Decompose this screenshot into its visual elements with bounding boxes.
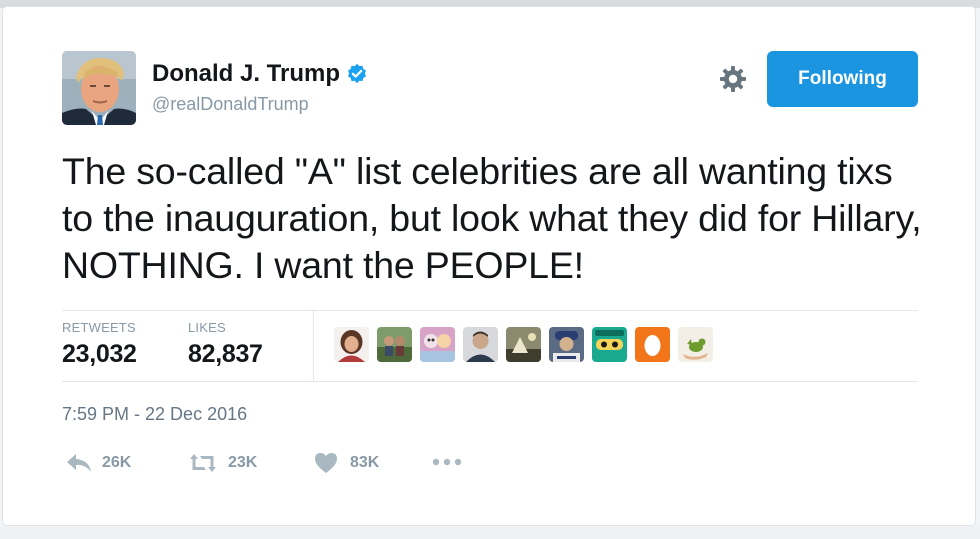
avatar[interactable] xyxy=(62,51,136,125)
like-count: 83K xyxy=(350,454,380,471)
likes-label: LIKES xyxy=(188,320,226,335)
liker-avatar[interactable] xyxy=(334,327,369,362)
liker-avatar[interactable] xyxy=(506,327,541,362)
user-handle[interactable]: @realDonaldTrump xyxy=(152,94,309,115)
likes-stat[interactable]: LIKES 82,837 xyxy=(188,320,263,369)
reply-count: 26K xyxy=(102,454,132,471)
divider-vertical xyxy=(313,311,314,381)
display-name[interactable]: Donald J. Trump xyxy=(152,60,368,88)
liker-avatar[interactable] xyxy=(377,327,412,362)
liker-avatar[interactable] xyxy=(463,327,498,362)
retweets-stat[interactable]: RETWEETS 23,032 xyxy=(62,320,137,369)
ellipsis-icon xyxy=(432,458,462,466)
liker-avatars xyxy=(334,327,713,362)
liker-avatar[interactable] xyxy=(678,327,713,362)
divider xyxy=(62,310,918,311)
liker-avatar[interactable] xyxy=(420,327,455,362)
more-button[interactable] xyxy=(432,458,462,466)
retweet-count: 23K xyxy=(228,454,258,471)
reply-button[interactable]: 26K xyxy=(66,452,131,474)
tweet-text: The so-called "A" list celebrities are a… xyxy=(62,150,922,286)
verified-badge-icon xyxy=(348,63,366,84)
gear-icon[interactable] xyxy=(718,64,748,94)
liker-avatar[interactable] xyxy=(635,327,670,362)
retweet-button[interactable]: 23K xyxy=(188,452,257,474)
reply-icon xyxy=(67,454,91,472)
like-button[interactable]: 83K xyxy=(314,452,379,474)
retweets-label: RETWEETS xyxy=(62,320,136,335)
following-button[interactable]: Following xyxy=(767,51,918,107)
liker-avatar[interactable] xyxy=(592,327,627,362)
footer-strip xyxy=(0,527,980,539)
heart-icon xyxy=(315,453,337,473)
tweet-timestamp[interactable]: 7:59 PM - 22 Dec 2016 xyxy=(62,404,247,425)
divider xyxy=(62,381,918,382)
liker-avatar[interactable] xyxy=(549,327,584,362)
retweet-icon xyxy=(190,454,216,472)
display-name-text[interactable]: Donald J. Trump xyxy=(152,60,340,88)
likes-count: 82,837 xyxy=(188,340,263,368)
retweets-count: 23,032 xyxy=(62,340,137,368)
